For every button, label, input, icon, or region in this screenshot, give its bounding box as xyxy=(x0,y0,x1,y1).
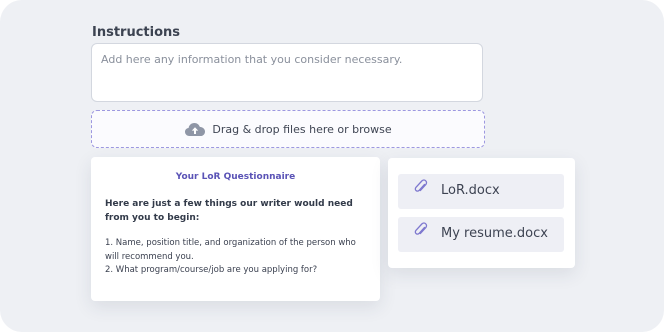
questionnaire-card: Your LoR Questionnaire Here are just a f… xyxy=(91,157,380,301)
questionnaire-intro: Here are just a few things our writer wo… xyxy=(105,199,353,223)
questionnaire-title: Your LoR Questionnaire xyxy=(175,172,296,182)
file-name: My resume.docx xyxy=(441,226,548,241)
questionnaire-item: 1. Name, position title, and organizatio… xyxy=(105,238,356,262)
file-name: LoR.docx xyxy=(441,183,500,198)
instructions-label: Instructions xyxy=(92,25,181,40)
instructions-textarea[interactable]: Add here any information that you consid… xyxy=(91,43,483,102)
app-frame: Instructions Add here any information th… xyxy=(0,0,664,332)
file-item-lor[interactable]: LoR.docx xyxy=(398,174,564,209)
attached-files-card: LoR.docx My resume.docx xyxy=(388,158,575,268)
questionnaire-item: 2. What program/course/job are you apply… xyxy=(105,265,318,275)
dropzone-text: Drag & drop files here or browse xyxy=(212,122,392,136)
instructions-placeholder: Add here any information that you consid… xyxy=(101,53,403,66)
cloud-upload-icon xyxy=(185,123,206,136)
paperclip-icon xyxy=(414,179,428,192)
paperclip-icon xyxy=(414,222,428,235)
file-item-resume[interactable]: My resume.docx xyxy=(398,217,564,252)
questionnaire-list: 1. Name, position title, and organizatio… xyxy=(105,237,366,278)
file-dropzone[interactable]: Drag & drop files here or browse xyxy=(91,110,485,148)
